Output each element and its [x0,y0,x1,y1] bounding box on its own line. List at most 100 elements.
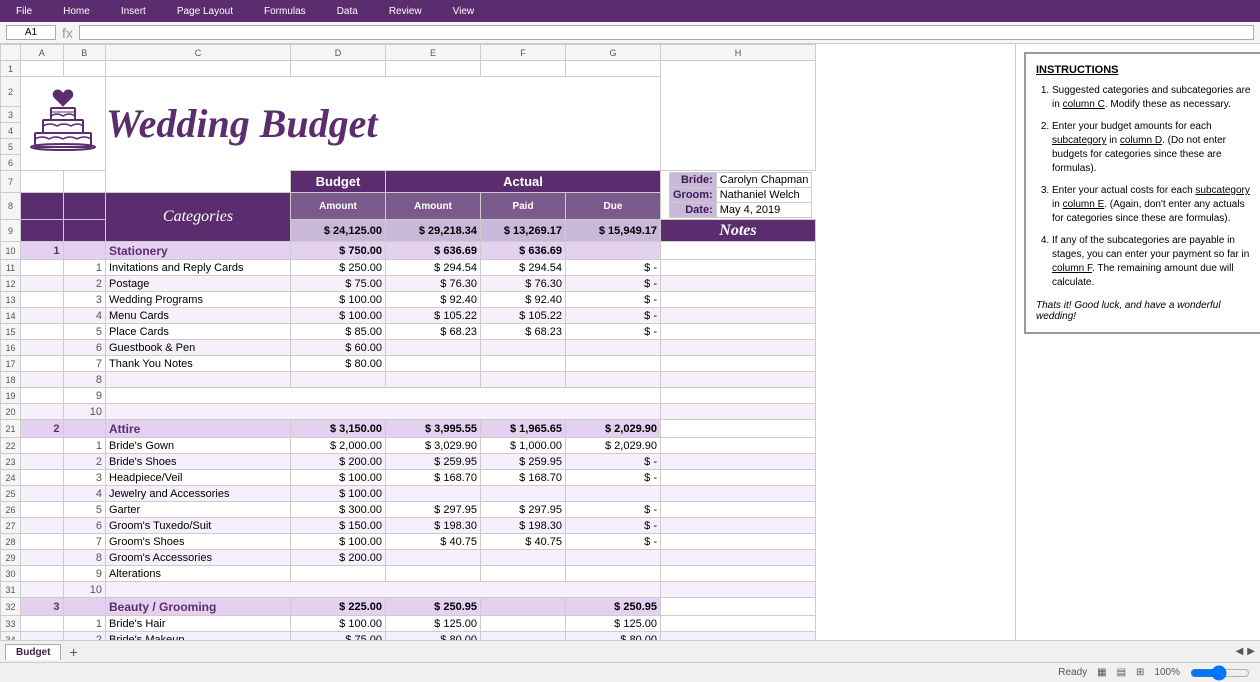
r28-f[interactable]: $ 40.75 [481,534,566,550]
r19-rest[interactable] [106,388,661,404]
status-view-page[interactable]: ▤ [1117,667,1126,678]
r24-c[interactable]: Headpiece/Veil [106,470,291,486]
r33-f[interactable] [481,616,566,632]
r25-c[interactable]: Jewelry and Accessories [106,486,291,502]
r16-h[interactable] [661,340,816,356]
r11-d[interactable]: $ 250.00 [291,260,386,276]
r30-e[interactable] [386,566,481,582]
r17-g[interactable] [566,356,661,372]
r30-d[interactable] [291,566,386,582]
r11-c[interactable]: Invitations and Reply Cards [106,260,291,276]
r32-h[interactable] [661,598,816,616]
r12-h[interactable] [661,276,816,292]
r29-c[interactable]: Groom's Accessories [106,550,291,566]
ribbon-tab-data[interactable]: Data [329,4,366,19]
r24-h[interactable] [661,470,816,486]
r28-e[interactable]: $ 40.75 [386,534,481,550]
r23-g[interactable]: $ - [566,454,661,470]
r33-h[interactable] [661,616,816,632]
r30-h[interactable] [661,566,816,582]
r12-e[interactable]: $ 76.30 [386,276,481,292]
r22-g[interactable]: $ 2,029.90 [566,438,661,454]
ribbon-tab-view[interactable]: View [445,4,483,19]
r19-h[interactable] [661,388,816,404]
status-view-break[interactable]: ⊞ [1136,667,1144,678]
r11-h[interactable] [661,260,816,276]
r24-g[interactable]: $ - [566,470,661,486]
r30-g[interactable] [566,566,661,582]
r25-g[interactable] [566,486,661,502]
r30-c[interactable]: Alterations [106,566,291,582]
r23-d[interactable]: $ 200.00 [291,454,386,470]
r17-c[interactable]: Thank You Notes [106,356,291,372]
ribbon-tab-pagelayout[interactable]: Page Layout [169,4,241,19]
ribbon-tab-formulas[interactable]: Formulas [256,4,314,19]
r14-c[interactable]: Menu Cards [106,308,291,324]
r12-f[interactable]: $ 76.30 [481,276,566,292]
r33-e[interactable]: $ 125.00 [386,616,481,632]
r25-h[interactable] [661,486,816,502]
r31-rest[interactable] [106,582,661,598]
r33-g[interactable]: $ 125.00 [566,616,661,632]
ribbon-tab-insert[interactable]: Insert [113,4,154,19]
r27-f[interactable]: $ 198.30 [481,518,566,534]
r23-c[interactable]: Bride's Shoes [106,454,291,470]
r15-f[interactable]: $ 68.23 [481,324,566,340]
r28-h[interactable] [661,534,816,550]
r20-h[interactable] [661,404,816,420]
sheet-scroll-left[interactable]: ◀ [1236,646,1244,657]
r13-g[interactable]: $ - [566,292,661,308]
r22-d[interactable]: $ 2,000.00 [291,438,386,454]
r25-d[interactable]: $ 100.00 [291,486,386,502]
r34-e[interactable]: $ 80.00 [386,632,481,641]
r29-g[interactable] [566,550,661,566]
r33-c[interactable]: Bride's Hair [106,616,291,632]
r13-c[interactable]: Wedding Programs [106,292,291,308]
r17-d[interactable]: $ 80.00 [291,356,386,372]
r14-g[interactable]: $ - [566,308,661,324]
r22-h[interactable] [661,438,816,454]
r27-c[interactable]: Groom's Tuxedo/Suit [106,518,291,534]
r17-f[interactable] [481,356,566,372]
r15-g[interactable]: $ - [566,324,661,340]
r16-g[interactable] [566,340,661,356]
r18-h[interactable] [661,372,816,388]
r29-h[interactable] [661,550,816,566]
r13-h[interactable] [661,292,816,308]
r24-d[interactable]: $ 100.00 [291,470,386,486]
r26-e[interactable]: $ 297.95 [386,502,481,518]
r11-g[interactable]: $ - [566,260,661,276]
r25-f[interactable] [481,486,566,502]
r16-c[interactable]: Guestbook & Pen [106,340,291,356]
r13-d[interactable]: $ 100.00 [291,292,386,308]
r14-e[interactable]: $ 105.22 [386,308,481,324]
r34-c[interactable]: Bride's Makeup [106,632,291,641]
ribbon-tab-review[interactable]: Review [381,4,430,19]
r14-f[interactable]: $ 105.22 [481,308,566,324]
r27-d[interactable]: $ 150.00 [291,518,386,534]
r33-d[interactable]: $ 100.00 [291,616,386,632]
r27-h[interactable] [661,518,816,534]
r29-f[interactable] [481,550,566,566]
r23-e[interactable]: $ 259.95 [386,454,481,470]
zoom-slider[interactable] [1190,668,1250,678]
r31-h[interactable] [661,582,816,598]
r28-c[interactable]: Groom's Shoes [106,534,291,550]
r25-e[interactable] [386,486,481,502]
r11-f[interactable]: $ 294.54 [481,260,566,276]
r34-d[interactable]: $ 75.00 [291,632,386,641]
r24-f[interactable]: $ 168.70 [481,470,566,486]
r12-g[interactable]: $ - [566,276,661,292]
budget-tab[interactable]: Budget [5,644,61,660]
sheet-scroll-right[interactable]: ▶ [1247,646,1255,657]
r20-rest[interactable] [106,404,661,420]
r15-d[interactable]: $ 85.00 [291,324,386,340]
r13-e[interactable]: $ 92.40 [386,292,481,308]
r12-c[interactable]: Postage [106,276,291,292]
r24-e[interactable]: $ 168.70 [386,470,481,486]
r22-e[interactable]: $ 3,029.90 [386,438,481,454]
formula-input[interactable] [79,25,1254,40]
r12-d[interactable]: $ 75.00 [291,276,386,292]
r17-e[interactable] [386,356,481,372]
r18-c[interactable] [106,372,291,388]
